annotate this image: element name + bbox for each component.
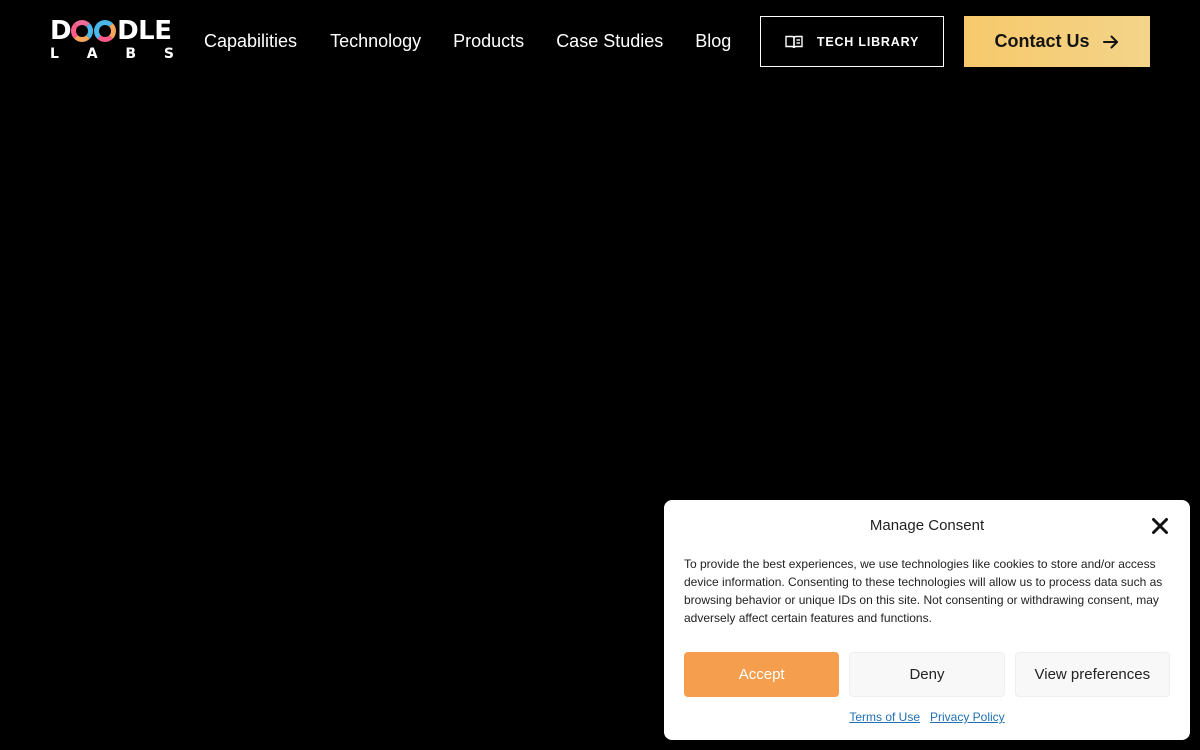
privacy-policy-link[interactable]: Privacy Policy: [930, 710, 1005, 724]
logo-letter: L: [50, 46, 59, 62]
tech-library-label: TECH LIBRARY: [816, 34, 920, 49]
doodle-labs-logo[interactable]: D DLE L A B S: [50, 18, 174, 62]
book-icon: [785, 34, 803, 50]
logo-letter-d: D: [50, 16, 72, 46]
logo-wordmark-bottom: L A B S: [50, 46, 174, 62]
view-preferences-button[interactable]: View preferences: [1014, 652, 1170, 697]
consent-dialog: Manage Consent To provide the best exper…: [664, 500, 1190, 740]
page: D DLE L A B S Capabilities Technology Pro…: [0, 0, 1200, 750]
deny-button[interactable]: Deny: [849, 652, 1005, 697]
site-header: D DLE L A B S Capabilities Technology Pro…: [0, 0, 1200, 84]
consent-actions: Accept Deny View preferences: [684, 652, 1170, 697]
nav-item-case-studies[interactable]: Case Studies: [556, 29, 663, 53]
logo-letters-dle: DLE: [117, 16, 172, 46]
terms-of-use-link[interactable]: Terms of Use: [849, 710, 920, 724]
logo-ring-icon: [94, 20, 117, 42]
accept-button[interactable]: Accept: [684, 652, 840, 697]
consent-links: Terms of Use Privacy Policy: [664, 710, 1190, 724]
nav-item-technology[interactable]: Technology: [330, 29, 421, 53]
nav-item-products[interactable]: Products: [453, 29, 524, 53]
main-nav: Capabilities Technology Products Case St…: [204, 29, 731, 53]
logo-letter: S: [163, 46, 174, 62]
consent-title: Manage Consent: [869, 517, 985, 534]
consent-message: To provide the best experiences, we use …: [684, 557, 1163, 625]
arrow-right-icon: [1102, 33, 1120, 51]
logo-letter: A: [86, 46, 98, 62]
tech-library-button[interactable]: TECH LIBRARY: [760, 16, 944, 67]
logo-ring-icon: [71, 20, 94, 42]
contact-us-label: Contact Us: [994, 31, 1090, 51]
nav-item-blog[interactable]: Blog: [695, 29, 731, 53]
logo-wordmark-top: D DLE: [50, 18, 174, 44]
contact-us-button[interactable]: Contact Us: [964, 16, 1150, 67]
close-icon[interactable]: [1150, 516, 1170, 536]
nav-item-capabilities[interactable]: Capabilities: [204, 29, 297, 53]
logo-letter: B: [125, 46, 137, 62]
